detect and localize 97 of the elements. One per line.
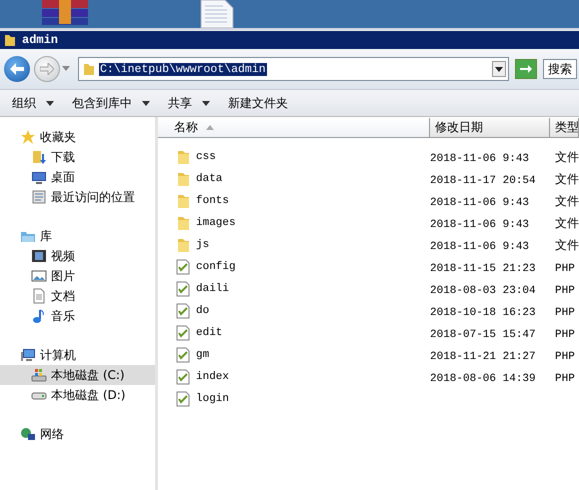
modified-date: 2018-11-06 9:43: [430, 152, 530, 164]
modified-date: 2018-11-06 9:43: [430, 196, 530, 208]
modified-date: 2018-11-17 20:54: [430, 174, 536, 186]
music-note-icon: [31, 308, 47, 324]
nav-group[interactable]: 计算机: [0, 345, 155, 365]
sort-arrow-icon: [206, 125, 214, 130]
toolbar-menu[interactable]: 组织: [6, 92, 60, 114]
nav-item[interactable]: 桌面: [0, 167, 155, 187]
search-field[interactable]: 搜索: [543, 59, 577, 79]
nav-group[interactable]: 收藏夹: [0, 127, 155, 147]
address-dropdown[interactable]: [492, 61, 506, 77]
file-type: PHP: [554, 306, 575, 318]
file-name[interactable]: js: [196, 239, 210, 251]
script-file-icon: [176, 347, 190, 363]
caret-icon: [62, 66, 70, 72]
caret-icon: [202, 100, 210, 106]
modified-date: 2018-08-03 23:04: [430, 284, 536, 296]
script-file-icon: [176, 391, 190, 407]
modified-date: 2018-10-18 16:23: [430, 306, 536, 318]
file-type: 文件: [554, 150, 579, 164]
folder-icon: [176, 171, 190, 187]
history-dropdown[interactable]: [62, 66, 72, 72]
file-type: PHP: [554, 350, 575, 362]
file-name[interactable]: css: [196, 151, 216, 163]
address-path: C:\inetpub\wwwroot\admin: [99, 62, 267, 76]
script-file-icon: [176, 303, 190, 319]
nav-item[interactable]: 本地磁盘 (C:): [0, 365, 155, 385]
modified-date: 2018-07-15 15:47: [430, 328, 536, 340]
network-icon: [20, 426, 36, 442]
document-icon: [31, 288, 47, 304]
file-type: 文件: [554, 238, 579, 252]
star-icon: [20, 129, 36, 145]
file-name[interactable]: data: [196, 173, 222, 185]
toolbar-menu[interactable]: 新建文件夹: [222, 92, 294, 114]
refresh-button[interactable]: [515, 59, 537, 79]
back-button[interactable]: [4, 56, 30, 82]
nav-item[interactable]: 最近访问的位置: [0, 187, 155, 207]
file-name[interactable]: fonts: [196, 195, 230, 207]
nav-item[interactable]: 图片: [0, 266, 155, 286]
folder-icon: [4, 33, 16, 47]
script-file-icon: [176, 325, 190, 341]
file-name[interactable]: images: [196, 217, 236, 229]
nav-item[interactable]: 文档: [0, 286, 155, 306]
computer-icon: [20, 347, 36, 363]
file-name[interactable]: config: [196, 261, 236, 273]
file-type: PHP: [554, 284, 575, 296]
caret-icon: [46, 100, 54, 106]
forward-button[interactable]: [34, 56, 60, 82]
file-name[interactable]: gm: [196, 349, 210, 361]
nav-item[interactable]: 视频: [0, 246, 155, 266]
film-icon: [31, 248, 47, 264]
modified-date: 2018-11-21 21:27: [430, 350, 536, 362]
column-header[interactable]: 名称: [158, 118, 430, 137]
toolbar-menu[interactable]: 包含到库中: [66, 92, 156, 114]
modified-date: 2018-11-15 21:23: [430, 262, 536, 274]
nav-item[interactable]: 下载: [0, 147, 155, 167]
file-type: PHP: [554, 262, 575, 274]
address-field[interactable]: C:\inetpub\wwwroot\admin: [78, 57, 509, 81]
folder-icon: [176, 215, 190, 231]
recent-places-icon: [31, 189, 47, 205]
script-file-icon: [176, 281, 190, 297]
download-folder-icon: [31, 149, 47, 165]
monitor-icon: [31, 169, 47, 185]
nav-group[interactable]: 库: [0, 226, 155, 246]
caret-icon: [142, 100, 150, 106]
file-name[interactable]: login: [196, 393, 230, 405]
folder-icon: [176, 193, 190, 209]
file-type: 文件: [554, 216, 579, 230]
nav-group[interactable]: 网络: [0, 424, 155, 444]
picture-icon: [31, 268, 47, 284]
file-name[interactable]: daili: [196, 283, 230, 295]
file-name[interactable]: index: [196, 371, 230, 383]
system-drive-icon: [31, 367, 47, 383]
modified-date: 2018-11-06 9:43: [430, 240, 530, 252]
file-name[interactable]: edit: [196, 327, 222, 339]
nav-item[interactable]: 音乐: [0, 306, 155, 326]
folder-icon: [176, 237, 190, 253]
folder-icon: [176, 149, 190, 165]
script-file-icon: [176, 259, 190, 275]
file-name[interactable]: do: [196, 305, 210, 317]
file-type: PHP: [554, 372, 575, 384]
document-icon: [200, 0, 234, 28]
file-type: 文件: [554, 172, 579, 186]
caret-icon: [495, 66, 503, 72]
toolbar-menu[interactable]: 共享: [162, 92, 216, 114]
script-file-icon: [176, 369, 190, 385]
forward-arrow-icon: [40, 63, 54, 75]
file-type: PHP: [554, 328, 575, 340]
back-arrow-icon: [10, 63, 24, 75]
modified-date: 2018-08-06 14:39: [430, 372, 536, 384]
modified-date: 2018-11-06 9:43: [430, 218, 530, 230]
folder-icon: [83, 62, 95, 76]
window-title: admin: [22, 33, 58, 47]
archive-icon: [40, 0, 90, 26]
column-header[interactable]: 修改日期: [430, 118, 550, 137]
nav-item[interactable]: 本地磁盘 (D:): [0, 385, 155, 405]
file-type: 文件: [554, 194, 579, 208]
